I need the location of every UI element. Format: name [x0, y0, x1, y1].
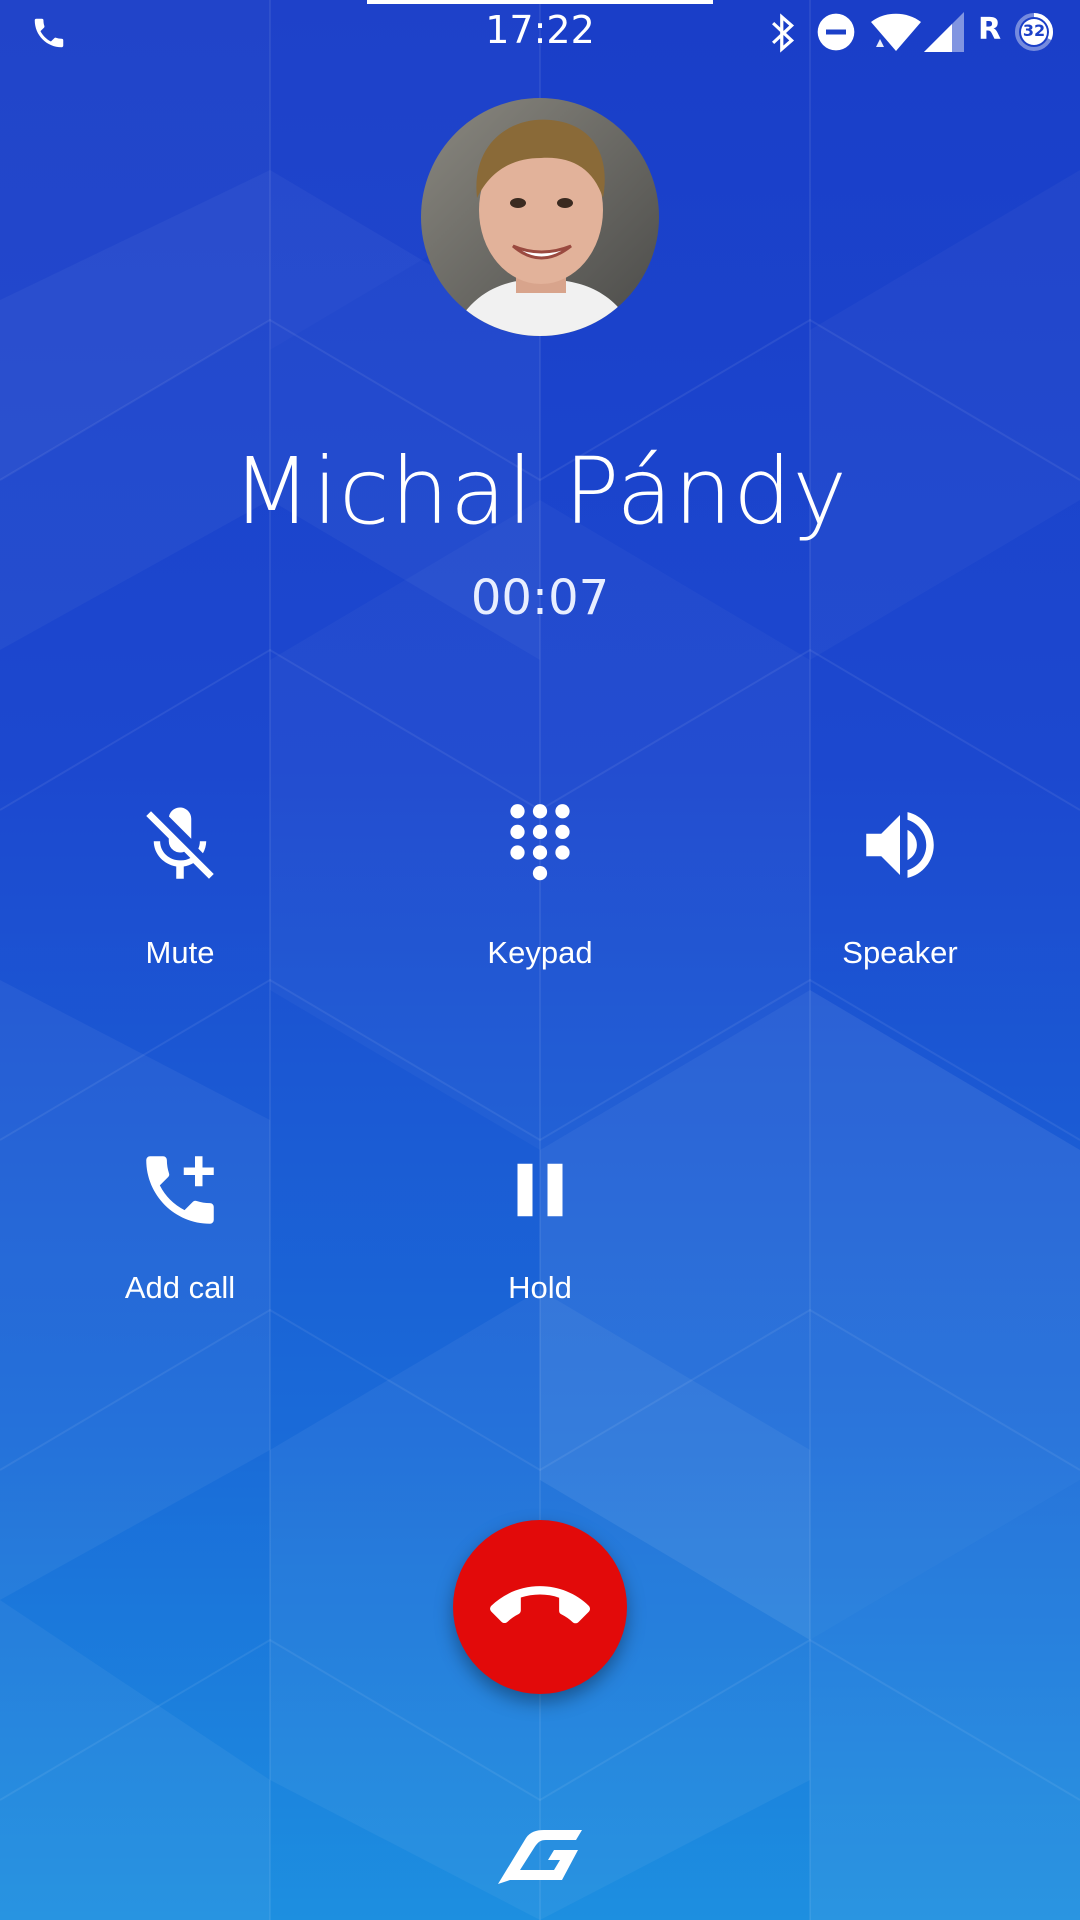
return-to-call-indicator[interactable] — [367, 0, 713, 4]
add-call-label: Add call — [124, 1270, 236, 1305]
pause-icon — [517, 1163, 563, 1217]
bluetooth-icon — [772, 13, 795, 53]
mute-button[interactable]: Mute — [0, 800, 360, 971]
end-call-button[interactable] — [453, 1520, 627, 1694]
speaker-label: Speaker — [842, 935, 958, 970]
roaming-indicator: R — [978, 12, 1002, 47]
cell-signal-icon — [924, 12, 964, 52]
call-duration: 00:07 — [470, 570, 610, 626]
caller-avatar — [421, 98, 659, 336]
speaker-icon — [866, 812, 934, 878]
mute-label: Mute — [145, 935, 215, 970]
status-bar: 17:22 R 32 — [0, 0, 1080, 66]
hold-label: Hold — [508, 1270, 572, 1305]
hold-button[interactable]: Hold — [360, 1145, 720, 1306]
do-not-disturb-icon — [817, 13, 855, 51]
battery-level: 32 — [1022, 21, 1046, 40]
speaker-button[interactable]: Speaker — [720, 800, 1080, 971]
dialpad-icon — [510, 804, 570, 881]
add-call-icon — [146, 1156, 214, 1224]
hang-up-icon — [490, 1586, 590, 1624]
brand-logo-icon — [498, 1830, 582, 1884]
keypad-label: Keypad — [487, 935, 593, 970]
caller-name: Michal Pándy — [232, 438, 848, 545]
keypad-button[interactable]: Keypad — [360, 800, 720, 971]
mic-off-icon — [146, 807, 214, 879]
battery-icon: 32 — [1014, 12, 1054, 52]
wifi-icon — [871, 13, 921, 51]
add-call-button[interactable]: Add call — [0, 1145, 360, 1306]
